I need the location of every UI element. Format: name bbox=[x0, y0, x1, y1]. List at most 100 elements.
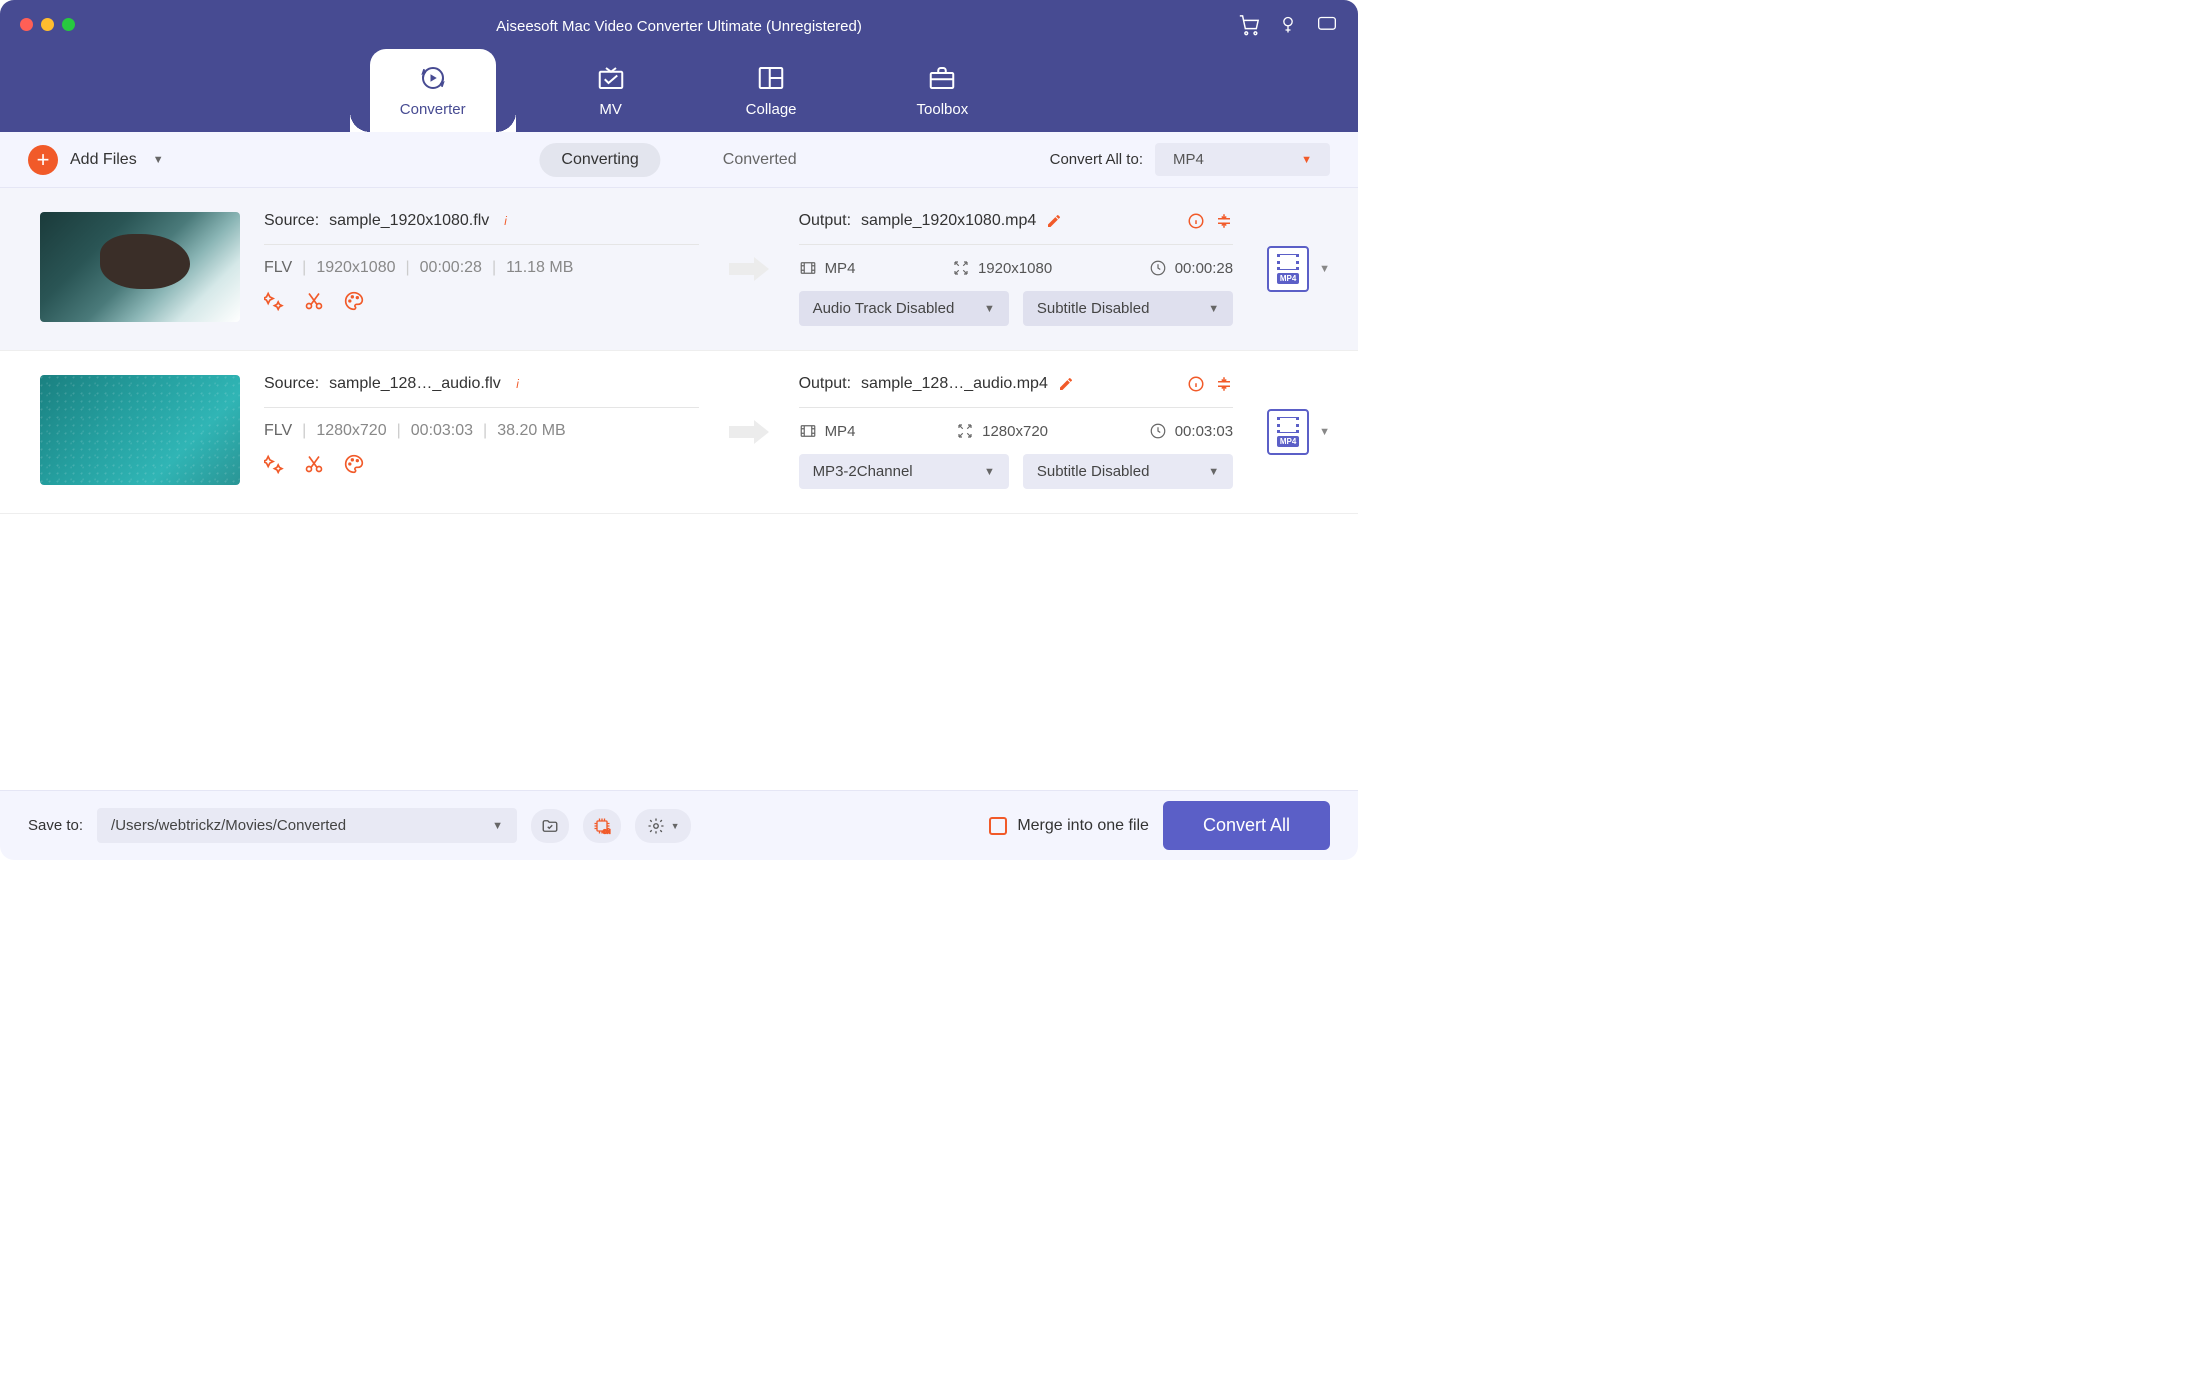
info-icon[interactable]: i bbox=[511, 377, 525, 391]
plus-icon: + bbox=[28, 145, 58, 175]
tab-mv-label: MV bbox=[599, 101, 622, 118]
cut-icon[interactable] bbox=[304, 291, 324, 311]
tab-mv[interactable]: MV bbox=[576, 53, 646, 132]
output-format-badge-col: MP4 ▼ bbox=[1257, 375, 1330, 489]
file-columns: Source: sample_128…_audio.flv i FLV| 128… bbox=[264, 375, 1233, 489]
chevron-down-icon: ▼ bbox=[984, 303, 995, 315]
info-circle-icon[interactable] bbox=[1187, 212, 1205, 230]
chevron-down-icon[interactable]: ▼ bbox=[1319, 263, 1330, 275]
tab-toolbox[interactable]: Toolbox bbox=[897, 53, 989, 132]
source-column: Source: sample_1920x1080.flv i FLV| 1920… bbox=[264, 212, 699, 326]
arrow-right-icon bbox=[729, 255, 769, 283]
output-filename: sample_128…_audio.mp4 bbox=[861, 375, 1048, 393]
output-resolution: 1280x720 bbox=[982, 423, 1048, 440]
video-icon bbox=[799, 259, 817, 277]
arrow-right-icon bbox=[729, 418, 769, 446]
divider bbox=[264, 244, 699, 245]
feedback-icon[interactable] bbox=[1316, 15, 1338, 35]
save-to-label: Save to: bbox=[28, 817, 83, 834]
output-format-badge[interactable]: MP4 bbox=[1267, 409, 1309, 455]
source-filename: sample_1920x1080.flv bbox=[329, 212, 489, 230]
output-label: Output: bbox=[799, 212, 851, 230]
merge-label: Merge into one file bbox=[1017, 817, 1149, 835]
edit-icon[interactable] bbox=[1046, 213, 1062, 229]
divider bbox=[799, 244, 1234, 245]
gpu-accel-button[interactable]: ON bbox=[583, 809, 621, 843]
output-format-badge-col: MP4 ▼ bbox=[1257, 212, 1330, 326]
save-to-path-select[interactable]: /Users/webtrickz/Movies/Converted ▼ bbox=[97, 808, 517, 843]
file-columns: Source: sample_1920x1080.flv i FLV| 1920… bbox=[264, 212, 1233, 326]
palette-icon[interactable] bbox=[344, 291, 364, 311]
chevron-down-icon: ▼ bbox=[1208, 303, 1219, 315]
source-size: 38.20 MB bbox=[497, 422, 565, 440]
output-column: Output: sample_1920x1080.mp4 MP4 1920x10… bbox=[799, 212, 1234, 326]
subtitle-select[interactable]: Subtitle Disabled▼ bbox=[1023, 454, 1233, 489]
chevron-down-icon: ▼ bbox=[492, 820, 503, 832]
chevron-down-icon[interactable]: ▼ bbox=[1319, 426, 1330, 438]
cart-icon[interactable] bbox=[1238, 14, 1260, 36]
sub-tab-converted[interactable]: Converted bbox=[701, 143, 819, 177]
app-title: Aiseesoft Mac Video Converter Ultimate (… bbox=[0, 18, 1358, 35]
subtitle-select[interactable]: Subtitle Disabled▼ bbox=[1023, 291, 1233, 326]
clock-icon bbox=[1149, 422, 1167, 440]
enhance-icon[interactable] bbox=[264, 291, 284, 311]
output-resolution: 1920x1080 bbox=[978, 260, 1052, 277]
app-window: Aiseesoft Mac Video Converter Ultimate (… bbox=[0, 0, 1358, 860]
convert-all-format-value: MP4 bbox=[1173, 151, 1204, 168]
convert-all-to-label: Convert All to: bbox=[1050, 151, 1143, 168]
sub-tabs: Converting Converted bbox=[539, 143, 818, 177]
tab-converter-label: Converter bbox=[400, 101, 466, 118]
arrow-column bbox=[719, 375, 779, 489]
file-list: Source: sample_1920x1080.flv i FLV| 1920… bbox=[0, 188, 1358, 790]
source-duration: 00:03:03 bbox=[411, 422, 473, 440]
compress-icon[interactable] bbox=[1215, 375, 1233, 393]
sub-tab-converting[interactable]: Converting bbox=[539, 143, 660, 177]
add-files-button[interactable]: + Add Files ▼ bbox=[28, 145, 164, 175]
compress-icon[interactable] bbox=[1215, 212, 1233, 230]
source-format: FLV bbox=[264, 422, 292, 440]
source-filename: sample_128…_audio.flv bbox=[329, 375, 501, 393]
palette-icon[interactable] bbox=[344, 454, 364, 474]
key-icon[interactable] bbox=[1278, 15, 1298, 35]
convert-all-to: Convert All to: MP4 ▼ bbox=[1050, 143, 1330, 176]
divider bbox=[264, 407, 699, 408]
clock-icon bbox=[1149, 259, 1167, 277]
file-thumbnail[interactable] bbox=[40, 375, 240, 485]
source-column: Source: sample_128…_audio.flv i FLV| 128… bbox=[264, 375, 699, 489]
settings-button[interactable]: ▼ bbox=[635, 809, 691, 843]
output-format-badge[interactable]: MP4 bbox=[1267, 246, 1309, 292]
info-circle-icon[interactable] bbox=[1187, 375, 1205, 393]
header-icons bbox=[1238, 14, 1338, 36]
audio-track-select[interactable]: Audio Track Disabled▼ bbox=[799, 291, 1009, 326]
file-item[interactable]: Source: sample_1920x1080.flv i FLV| 1920… bbox=[0, 188, 1358, 351]
file-item[interactable]: Source: sample_128…_audio.flv i FLV| 128… bbox=[0, 351, 1358, 514]
enhance-icon[interactable] bbox=[264, 454, 284, 474]
arrow-column bbox=[719, 212, 779, 326]
video-icon bbox=[799, 422, 817, 440]
output-filename: sample_1920x1080.mp4 bbox=[861, 212, 1036, 230]
open-folder-button[interactable] bbox=[531, 809, 569, 843]
chevron-down-icon[interactable]: ▼ bbox=[153, 154, 164, 166]
cut-icon[interactable] bbox=[304, 454, 324, 474]
info-icon[interactable]: i bbox=[499, 214, 513, 228]
main-tabs: Converter MV Collage Toolbox bbox=[0, 42, 1358, 132]
divider bbox=[799, 407, 1234, 408]
source-format: FLV bbox=[264, 259, 292, 277]
audio-track-select[interactable]: MP3-2Channel▼ bbox=[799, 454, 1009, 489]
output-format: MP4 bbox=[825, 423, 856, 440]
merge-checkbox[interactable]: Merge into one file bbox=[989, 817, 1149, 835]
svg-text:ON: ON bbox=[603, 829, 611, 835]
tab-toolbox-label: Toolbox bbox=[917, 101, 969, 118]
tab-collage[interactable]: Collage bbox=[726, 53, 817, 132]
edit-icon[interactable] bbox=[1058, 376, 1074, 392]
convert-all-format-select[interactable]: MP4 ▼ bbox=[1155, 143, 1330, 176]
convert-all-button[interactable]: Convert All bbox=[1163, 801, 1330, 850]
toolbar: + Add Files ▼ Converting Converted Conve… bbox=[0, 132, 1358, 188]
source-resolution: 1920x1080 bbox=[316, 259, 395, 277]
tab-converter[interactable]: Converter bbox=[370, 49, 496, 132]
source-duration: 00:00:28 bbox=[420, 259, 482, 277]
source-label: Source: bbox=[264, 212, 319, 230]
output-format: MP4 bbox=[825, 260, 856, 277]
tab-collage-label: Collage bbox=[746, 101, 797, 118]
file-thumbnail[interactable] bbox=[40, 212, 240, 322]
